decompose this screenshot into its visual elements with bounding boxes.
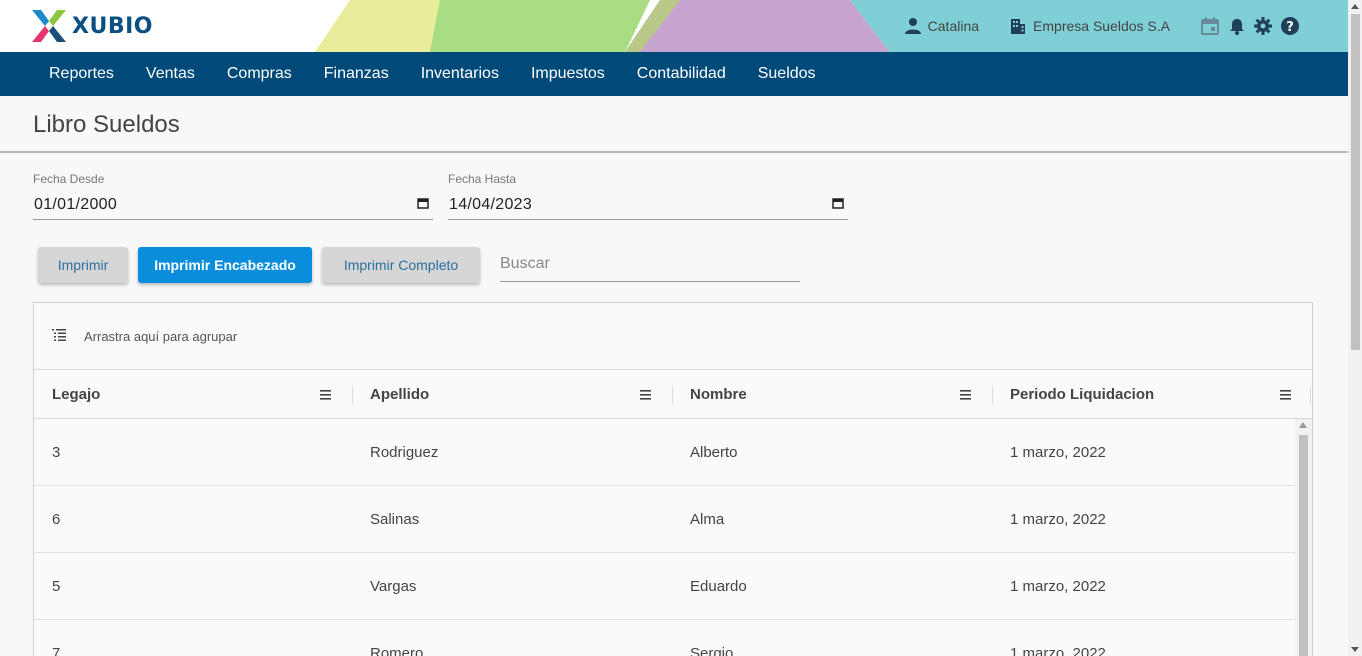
search-input[interactable]: Buscar <box>500 252 800 282</box>
scroll-up-icon[interactable] <box>1351 4 1359 9</box>
calendar-icon[interactable] <box>1200 16 1220 36</box>
column-separator[interactable] <box>992 386 993 404</box>
fecha-desde-input[interactable]: 01/01/2000 <box>33 190 433 220</box>
app-header: XUBIO Catalina Empresa Sueldos S.A ? <box>0 0 1348 52</box>
calendar-picker-icon[interactable] <box>832 196 844 214</box>
group-list-icon <box>52 328 66 344</box>
grid-scrollbar[interactable] <box>1295 419 1312 656</box>
table-row[interactable]: 5 Vargas Eduardo 1 marzo, 2022 <box>34 553 1295 620</box>
imprimir-encabezado-button[interactable]: Imprimir Encabezado <box>138 247 312 283</box>
libro-sueldos-grid: Arrastra aquí para agrupar Legajo Apelli… <box>33 302 1313 656</box>
logo-text: XUBIO <box>72 13 153 39</box>
fecha-hasta-field: Fecha Hasta 14/04/2023 <box>448 172 848 220</box>
column-header-legajo[interactable]: Legajo <box>52 370 100 419</box>
column-menu-icon[interactable] <box>960 387 971 405</box>
cell-legajo: 7 <box>52 645 61 656</box>
column-header-nombre[interactable]: Nombre <box>690 370 747 419</box>
cell-periodo: 1 marzo, 2022 <box>1010 444 1106 461</box>
group-panel[interactable]: Arrastra aquí para agrupar <box>34 303 1312 370</box>
column-header-periodo[interactable]: Periodo Liquidacion <box>1010 370 1154 419</box>
user-icon <box>904 17 922 35</box>
fecha-hasta-value: 14/04/2023 <box>449 195 533 213</box>
group-hint: Arrastra aquí para agrupar <box>84 328 238 344</box>
scroll-down-icon[interactable] <box>1351 647 1359 652</box>
nav-item-reportes[interactable]: Reportes <box>33 52 130 96</box>
main-nav: Reportes Ventas Compras Finanzas Inventa… <box>0 52 1348 96</box>
cell-legajo: 3 <box>52 444 61 461</box>
nav-item-compras[interactable]: Compras <box>211 52 308 96</box>
nav-item-ventas[interactable]: Ventas <box>130 52 211 96</box>
fecha-desde-label: Fecha Desde <box>33 172 105 186</box>
fecha-hasta-input[interactable]: 14/04/2023 <box>448 190 848 220</box>
logo-mark-icon <box>32 10 66 42</box>
cell-apellido: Vargas <box>370 578 417 595</box>
cell-nombre: Alberto <box>690 444 738 461</box>
fecha-desde-value: 01/01/2000 <box>34 195 118 213</box>
scroll-up-icon[interactable] <box>1299 422 1307 428</box>
grid-body: 3 Rodriguez Alberto 1 marzo, 2022 6 Sali… <box>34 419 1312 656</box>
grid-header: Legajo Apellido Nombre Periodo Liquidaci… <box>34 370 1312 419</box>
column-separator[interactable] <box>672 386 673 404</box>
table-row[interactable]: 6 Salinas Alma 1 marzo, 2022 <box>34 486 1295 553</box>
imprimir-completo-button[interactable]: Imprimir Completo <box>322 247 480 283</box>
grid-scroll-thumb[interactable] <box>1299 435 1308 656</box>
help-icon[interactable]: ? <box>1280 16 1300 36</box>
nav-item-inventarios[interactable]: Inventarios <box>405 52 515 96</box>
cell-legajo: 6 <box>52 511 61 528</box>
page-scroll-thumb[interactable] <box>1351 14 1360 350</box>
column-separator[interactable] <box>352 386 353 404</box>
column-header-apellido[interactable]: Apellido <box>370 370 429 419</box>
cell-apellido: Romero <box>370 645 424 656</box>
cell-periodo: 1 marzo, 2022 <box>1010 578 1106 595</box>
column-menu-icon[interactable] <box>320 387 331 405</box>
nav-item-sueldos[interactable]: Sueldos <box>742 52 832 96</box>
svg-text:?: ? <box>1286 20 1294 35</box>
column-menu-icon[interactable] <box>640 387 651 405</box>
gear-icon[interactable] <box>1254 17 1272 35</box>
nav-item-contabilidad[interactable]: Contabilidad <box>621 52 742 96</box>
user-area: Catalina Empresa Sueldos S.A ? <box>904 0 1300 52</box>
bell-icon[interactable] <box>1228 17 1246 35</box>
company-menu[interactable]: Empresa Sueldos S.A <box>1009 17 1170 35</box>
user-name: Catalina <box>927 18 980 34</box>
cell-nombre: Sergio <box>690 645 734 656</box>
table-row[interactable]: 7 Romero Sergio 1 marzo, 2022 <box>34 620 1295 656</box>
building-icon <box>1009 17 1027 35</box>
cell-nombre: Alma <box>690 511 725 528</box>
user-menu[interactable]: Catalina <box>904 17 979 35</box>
fecha-hasta-label: Fecha Hasta <box>448 172 517 186</box>
nav-item-finanzas[interactable]: Finanzas <box>308 52 405 96</box>
fecha-desde-field: Fecha Desde 01/01/2000 <box>33 172 433 220</box>
cell-legajo: 5 <box>52 578 61 595</box>
column-separator[interactable] <box>1310 386 1311 404</box>
imprimir-button[interactable]: Imprimir <box>38 247 128 283</box>
xubio-logo[interactable]: XUBIO <box>32 10 153 42</box>
nav-item-impuestos[interactable]: Impuestos <box>515 52 621 96</box>
cell-periodo: 1 marzo, 2022 <box>1010 645 1106 656</box>
calendar-picker-icon[interactable] <box>417 196 429 214</box>
title-bar: Libro Sueldos <box>0 96 1348 153</box>
cell-nombre: Eduardo <box>690 578 747 595</box>
page-title: Libro Sueldos <box>33 111 180 138</box>
cell-apellido: Salinas <box>370 511 420 528</box>
cell-periodo: 1 marzo, 2022 <box>1010 511 1106 528</box>
cell-apellido: Rodriguez <box>370 444 439 461</box>
page-scrollbar[interactable] <box>1348 0 1362 656</box>
column-menu-icon[interactable] <box>1280 387 1291 405</box>
company-name: Empresa Sueldos S.A <box>1033 18 1170 34</box>
table-row[interactable]: 3 Rodriguez Alberto 1 marzo, 2022 <box>34 419 1295 486</box>
